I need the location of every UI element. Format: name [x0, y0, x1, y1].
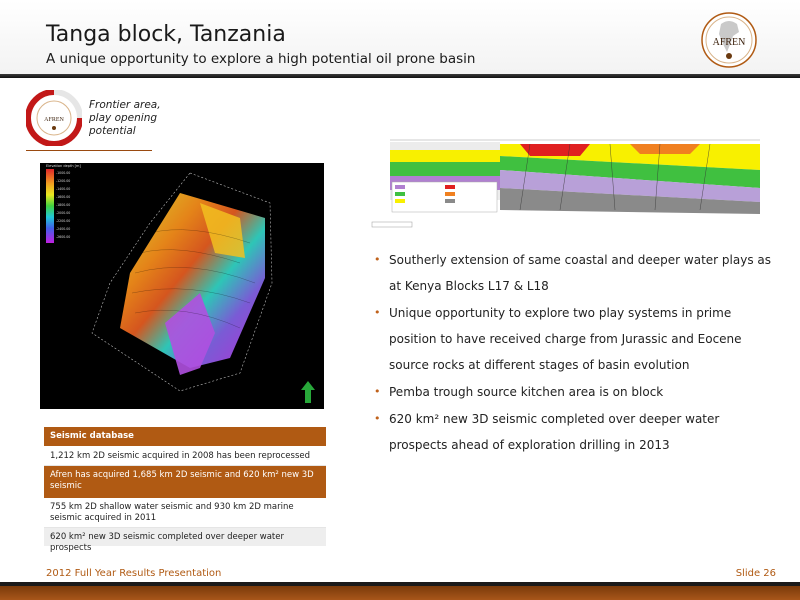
- table-row: Afren has acquired 1,685 km 2D seismic a…: [44, 466, 326, 498]
- frontier-badge-icon: AFREN: [26, 90, 82, 146]
- table-header: Seismic database: [44, 427, 326, 446]
- divider: [26, 150, 152, 151]
- table-row: 620 km² new 3D seismic completed over de…: [44, 528, 326, 553]
- list-item: • Southerly extension of same coastal and…: [374, 253, 771, 293]
- svg-text:-1200.00: -1200.00: [56, 179, 70, 183]
- bullet-list: • Southerly extension of same coastal and…: [372, 247, 772, 459]
- footer-band: [0, 586, 800, 600]
- depth-legend-labels: -1000.00 -1200.00 -1400.00 -1600.00 -180…: [56, 171, 70, 239]
- svg-text:-1400.00: -1400.00: [56, 187, 70, 191]
- seismic-database-table: Seismic database 1,212 km 2D seismic acq…: [44, 427, 326, 553]
- svg-text:-2000.00: -2000.00: [56, 211, 70, 215]
- depth-legend-title: Elevation depth [m]: [46, 164, 81, 168]
- table-row: 755 km 2D shallow water seismic and 930 …: [44, 498, 326, 528]
- list-item: • 620 km² new 3D seismic completed over d…: [374, 412, 720, 452]
- svg-text:-1000.00: -1000.00: [56, 171, 70, 175]
- geological-cross-section: [370, 130, 770, 230]
- cross-section-legend: [391, 181, 498, 213]
- depth-legend-bar: [46, 169, 54, 243]
- page-subtitle: A unique opportunity to explore a high p…: [46, 51, 476, 67]
- page-title: Tanga block, Tanzania: [46, 22, 286, 47]
- north-arrow-icon: [301, 381, 315, 403]
- slide-number: Slide 26: [735, 568, 776, 579]
- list-item: • Unique opportunity to explore two play …: [374, 306, 742, 372]
- logo-text: AFREN: [713, 37, 746, 48]
- badge-label: Frontier area, play opening potential: [89, 99, 161, 137]
- header-rule: [0, 74, 800, 78]
- seismic-depth-map: Elevation depth [m] -1000.00 -1200.00 -1…: [40, 163, 324, 409]
- svg-text:-1800.00: -1800.00: [56, 203, 70, 207]
- afren-logo: AFREN: [701, 12, 757, 68]
- list-item: • Pemba trough source kitchen area is on …: [374, 385, 664, 399]
- table-row: 1,212 km 2D seismic acquired in 2008 has…: [44, 446, 326, 466]
- svg-text:-2600.00: -2600.00: [56, 235, 70, 239]
- footer-presentation-title: 2012 Full Year Results Presentation: [46, 568, 222, 579]
- svg-text:-2200.00: -2200.00: [56, 219, 70, 223]
- svg-text:-1600.00: -1600.00: [56, 195, 70, 199]
- badge-logo-text: AFREN: [44, 117, 64, 123]
- svg-text:-2400.00: -2400.00: [56, 227, 70, 231]
